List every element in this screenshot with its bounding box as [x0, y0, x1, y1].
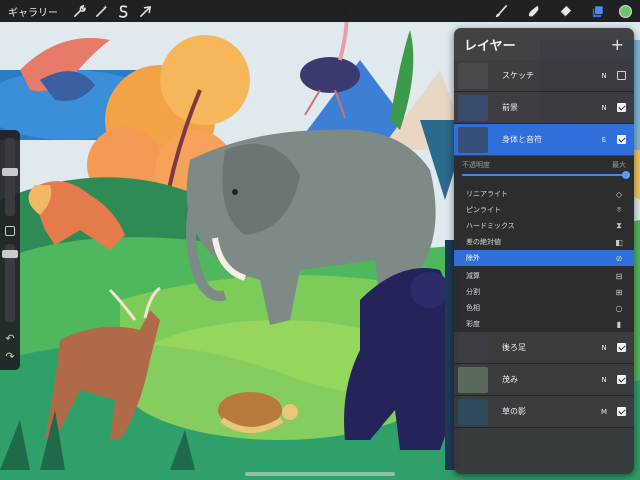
layers-icon[interactable]: [581, 0, 613, 22]
layer-blend-mode[interactable]: N: [597, 104, 611, 112]
blend-mode-label: ピンライト: [466, 206, 501, 214]
blend-mode-icon: ◧: [615, 237, 623, 247]
layer-row[interactable]: 身体と音符 E: [454, 124, 634, 156]
blend-mode-icon: ⊘: [615, 253, 623, 263]
blend-mode-label: 減算: [466, 272, 480, 280]
blend-mode-label: 除外: [466, 254, 480, 262]
blend-mode-option[interactable]: ピンライト ⌾: [454, 202, 634, 218]
home-indicator: [245, 472, 395, 476]
layer-row[interactable]: 草の影 M: [454, 396, 634, 428]
blend-mode-option[interactable]: 分割 ⊞: [454, 284, 634, 300]
blend-mode-label: 彩度: [466, 320, 480, 328]
layer-name: 前景: [502, 103, 518, 112]
add-layer-button[interactable]: +: [611, 35, 624, 54]
blend-mode-option[interactable]: ハードミックス ⧗: [454, 218, 634, 234]
modify-button[interactable]: [5, 226, 15, 236]
selection-s-icon[interactable]: [112, 0, 134, 22]
layer-blend-mode[interactable]: E: [597, 136, 611, 144]
eraser-icon[interactable]: [549, 0, 581, 22]
blend-mode-option[interactable]: 色相 ○: [454, 300, 634, 316]
layer-thumbnail[interactable]: [458, 366, 488, 393]
layer-name: スケッチ: [502, 71, 534, 80]
brush-size-thumb[interactable]: [2, 168, 18, 176]
layer-thumbnail[interactable]: [458, 62, 488, 89]
blend-mode-icon: ⌾: [616, 205, 622, 214]
opacity-slider-track[interactable]: [462, 171, 630, 179]
opacity-label: 不透明度: [462, 161, 490, 169]
blend-mode-list: リニアライト ◇ ピンライト ⌾ ハードミックス ⧗ 差の絶対値 ◧ 除外 ⊘ 減算 ⊟ 分割 ⊞ 色相 ○ 彩…: [454, 186, 634, 332]
brush-icon[interactable]: [485, 0, 517, 22]
redo-icon[interactable]: ↷: [0, 350, 20, 363]
blend-mode-option[interactable]: リニアライト ◇: [454, 186, 634, 202]
layer-name: 身体と音符: [502, 135, 542, 144]
blend-mode-option[interactable]: 差の絶対値 ◧: [454, 234, 634, 250]
blend-mode-label: 色相: [466, 304, 480, 312]
transform-arrow-icon[interactable]: [134, 0, 156, 22]
layer-row[interactable]: 後ろ足 N: [454, 332, 634, 364]
blend-mode-icon: ◇: [615, 189, 623, 199]
wrench-icon[interactable]: [68, 0, 90, 22]
opacity-slider[interactable]: [2, 244, 18, 322]
gallery-button[interactable]: ギャラリー: [8, 4, 58, 19]
layers-list-top: スケッチ N 前景 N 身体と音符 E: [454, 60, 634, 156]
blend-mode-icon: ▮: [616, 319, 622, 329]
layer-thumbnail[interactable]: [458, 334, 488, 361]
layer-blend-mode[interactable]: M: [597, 408, 611, 416]
blend-mode-icon: ⊞: [615, 287, 623, 297]
layer-name: 草の影: [502, 407, 526, 416]
opacity-slider-fill: [462, 174, 626, 176]
color-picker-button[interactable]: [619, 4, 632, 18]
layers-panel: レイヤー + スケッチ N 前景 N 身体と音符 E 不透明度 最大 リニアライト ◇ ピンラ…: [454, 28, 634, 474]
magic-wand-icon[interactable]: [90, 0, 112, 22]
opacity-max-label: 最大: [612, 161, 626, 169]
layer-visibility-checkbox[interactable]: [617, 343, 626, 352]
layer-name: 後ろ足: [502, 343, 526, 352]
blend-mode-option[interactable]: 除外 ⊘: [454, 250, 634, 266]
blend-mode-option[interactable]: 彩度 ▮: [454, 316, 634, 332]
opacity-control: 不透明度 最大: [454, 156, 634, 186]
opacity-thumb[interactable]: [2, 250, 18, 258]
blend-mode-icon: ⊟: [615, 271, 623, 281]
brush-size-slider[interactable]: [2, 138, 18, 216]
layer-visibility-checkbox[interactable]: [617, 375, 626, 384]
layer-visibility-checkbox[interactable]: [617, 103, 626, 112]
layer-visibility-checkbox[interactable]: [617, 135, 626, 144]
layer-name: 茂み: [502, 375, 518, 384]
layers-panel-header: レイヤー +: [454, 28, 634, 60]
blend-mode-label: 差の絶対値: [466, 238, 501, 246]
toolbar-right-group: [485, 0, 640, 22]
blend-mode-icon: ⧗: [616, 221, 622, 230]
left-sidebar: ↶ ↷: [0, 130, 20, 370]
layer-thumbnail[interactable]: [458, 94, 488, 121]
layer-visibility-checkbox[interactable]: [617, 71, 626, 80]
layer-blend-mode[interactable]: N: [597, 376, 611, 384]
smudge-icon[interactable]: [517, 0, 549, 22]
blend-mode-option[interactable]: 減算 ⊟: [454, 268, 634, 284]
blend-mode-label: 分割: [466, 288, 480, 296]
blend-mode-label: ハードミックス: [466, 222, 515, 230]
layer-row[interactable]: 前景 N: [454, 92, 634, 124]
opacity-slider-knob[interactable]: [622, 171, 630, 179]
layers-panel-title: レイヤー: [464, 38, 516, 54]
layers-list-bottom: 後ろ足 N 茂み N 草の影 M: [454, 332, 634, 428]
layer-row[interactable]: スケッチ N: [454, 60, 634, 92]
layer-thumbnail[interactable]: [458, 126, 488, 153]
layer-blend-mode[interactable]: N: [597, 344, 611, 352]
top-toolbar: ギャラリー: [0, 0, 640, 22]
blend-mode-icon: ○: [615, 303, 623, 313]
layer-thumbnail[interactable]: [458, 398, 488, 425]
blend-mode-label: リニアライト: [466, 190, 508, 198]
layer-row[interactable]: 茂み N: [454, 364, 634, 396]
blend-mode-dropdown: 不透明度 最大 リニアライト ◇ ピンライト ⌾ ハードミックス ⧗ 差の絶対値 ◧ 除外 ⊘ 減算…: [454, 156, 634, 332]
layer-blend-mode[interactable]: N: [597, 72, 611, 80]
undo-icon[interactable]: ↶: [0, 332, 20, 345]
layer-visibility-checkbox[interactable]: [617, 407, 626, 416]
